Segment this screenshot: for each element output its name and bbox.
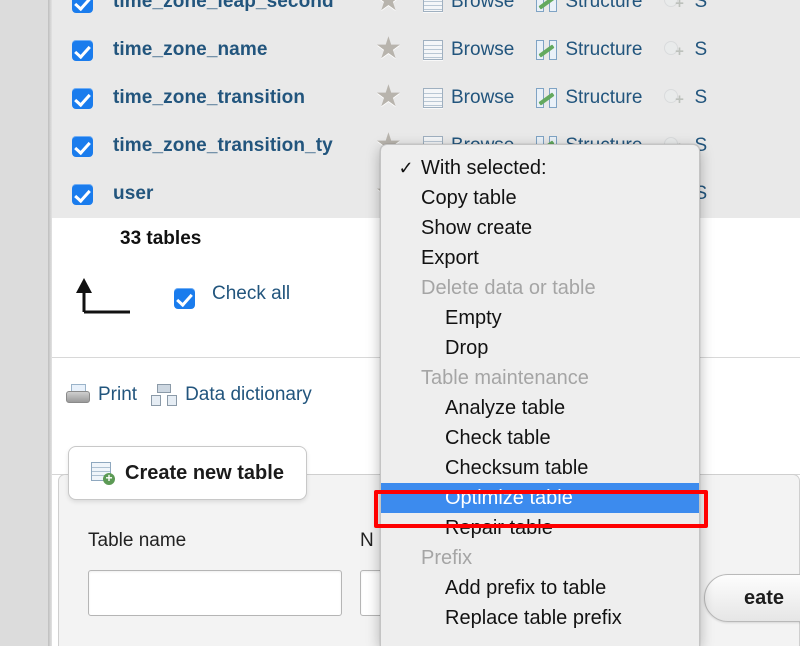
search-action-label: S [694, 87, 708, 108]
menu-item-label: Add prefix to table [445, 576, 607, 599]
menu-item-label: Check table [445, 426, 551, 449]
menu-item-label: Copy table [421, 186, 517, 209]
favorite-star-icon[interactable]: ★ [375, 34, 402, 64]
structure-icon [536, 40, 558, 60]
menu-item-label: Checksum table [445, 456, 589, 479]
structure-action-label: Structure [565, 39, 643, 60]
menu-item-label: Repair table [445, 516, 553, 539]
table-count: 33 tables [120, 228, 202, 249]
menu-item-export[interactable]: Export [381, 243, 699, 273]
table-row: time_zone_leap_second ★ Browse Structure + S [52, 0, 800, 26]
table-name-link[interactable]: time_zone_leap_second [113, 0, 375, 13]
structure-action[interactable]: Structure [536, 0, 642, 13]
printer-icon [66, 384, 90, 406]
browse-action[interactable]: Browse [423, 39, 514, 61]
menu-item-label: Empty [445, 306, 502, 329]
menu-item-with-selected[interactable]: ✓ With selected: [381, 153, 699, 183]
table-row: time_zone_transition ★ Browse Structure + S [52, 74, 800, 122]
check-icon: ✓ [398, 157, 414, 178]
menu-item-label: Delete data or table [421, 276, 596, 299]
browse-action[interactable]: Browse [423, 0, 514, 13]
table-row-checkbox[interactable] [72, 39, 93, 61]
check-all-checkbox[interactable] [174, 288, 195, 309]
print-label: Print [98, 384, 138, 405]
tab-create-new-table[interactable]: + Create new table [68, 446, 307, 500]
menu-item-prefix: Prefix [381, 543, 699, 573]
search-icon: + [664, 88, 686, 108]
check-all-label[interactable]: Check all [212, 283, 290, 305]
menu-item-delete-data-or-table: Delete data or table [381, 273, 699, 303]
menu-item-label: Optimize table [445, 486, 573, 509]
table-name-link[interactable]: time_zone_name [113, 39, 375, 61]
select-all-arrow-icon [76, 278, 130, 314]
menu-item-label: Analyze table [445, 396, 566, 419]
table-name-input[interactable] [88, 570, 342, 616]
table-row-checkbox[interactable] [72, 135, 93, 157]
search-icon: + [664, 40, 686, 60]
table-name-link[interactable]: user [113, 183, 375, 205]
menu-item-label: Drop [445, 336, 489, 359]
structure-icon [536, 88, 558, 108]
menu-item-optimize-table[interactable]: Optimize table [381, 483, 699, 513]
browse-action-label: Browse [451, 0, 515, 12]
table-name-link[interactable]: time_zone_transition [113, 87, 375, 109]
search-action[interactable]: +S [664, 0, 707, 13]
menu-item-add-prefix-to-table[interactable]: Add prefix to table [381, 573, 699, 603]
menu-item-show-create[interactable]: Show create [381, 213, 699, 243]
search-icon: + [664, 0, 686, 12]
table-name-label: Table name [88, 530, 187, 551]
menu-item-table-maintenance: Table maintenance [381, 363, 699, 393]
menu-item-analyze-table[interactable]: Analyze table [381, 393, 699, 423]
menu-item-label: Prefix [421, 546, 473, 569]
data-dictionary-icon [151, 384, 178, 406]
structure-action[interactable]: Structure [536, 39, 642, 61]
tab-create-new-table-label: Create new table [125, 461, 284, 484]
structure-action-label: Structure [565, 0, 643, 12]
table-row: time_zone_name ★ Browse Structure + S [52, 26, 800, 74]
menu-item-checksum-table[interactable]: Checksum table [381, 453, 699, 483]
table-row-checkbox[interactable] [72, 183, 93, 205]
structure-icon [536, 0, 558, 12]
data-dictionary-link[interactable]: Data dictionary [151, 384, 312, 406]
favorite-star-icon[interactable]: ★ [375, 82, 402, 112]
browse-icon [423, 0, 443, 12]
browse-action[interactable]: Browse [423, 87, 514, 109]
favorite-star-icon[interactable]: ★ [375, 0, 402, 16]
table-name-link[interactable]: time_zone_transition_ty [113, 135, 375, 157]
browse-icon [423, 40, 443, 60]
num-columns-label: N [360, 530, 374, 551]
menu-item-empty[interactable]: Empty [381, 303, 699, 333]
structure-action[interactable]: Structure [536, 87, 642, 109]
with-selected-dropdown-menu[interactable]: ✓ With selected: Copy table Show create Expo… [380, 144, 700, 646]
table-row-checkbox[interactable] [72, 0, 93, 13]
menu-item-label: With selected: [421, 156, 547, 179]
menu-item-label: Show create [421, 216, 533, 239]
search-action[interactable]: +S [664, 39, 707, 61]
table-row-checkbox[interactable] [72, 87, 93, 109]
search-action[interactable]: +S [664, 87, 707, 109]
browse-action-label: Browse [451, 39, 515, 60]
menu-item-label: Table maintenance [421, 366, 589, 389]
menu-item-check-table[interactable]: Check table [381, 423, 699, 453]
data-dictionary-label: Data dictionary [185, 384, 312, 405]
screen: time_zone_leap_second ★ Browse Structure + St… [0, 0, 800, 646]
browser-left-gutter [0, 0, 48, 646]
browse-action-label: Browse [451, 87, 515, 108]
menu-item-label: Export [421, 246, 479, 269]
menu-item-drop[interactable]: Drop [381, 333, 699, 363]
menu-item-repair-table[interactable]: Repair table [381, 513, 699, 543]
new-table-icon: + [91, 462, 115, 485]
search-action-label: S [694, 0, 708, 12]
menu-item-copy-table[interactable]: Copy table [381, 183, 699, 213]
create-button[interactable]: eate [704, 574, 800, 622]
structure-action-label: Structure [565, 87, 643, 108]
menu-item-replace-table-prefix[interactable]: Replace table prefix [381, 603, 699, 633]
menu-item-label: Replace table prefix [445, 606, 622, 629]
search-action-label: S [694, 39, 708, 60]
print-link[interactable]: Print [66, 384, 137, 406]
browse-icon [423, 88, 443, 108]
